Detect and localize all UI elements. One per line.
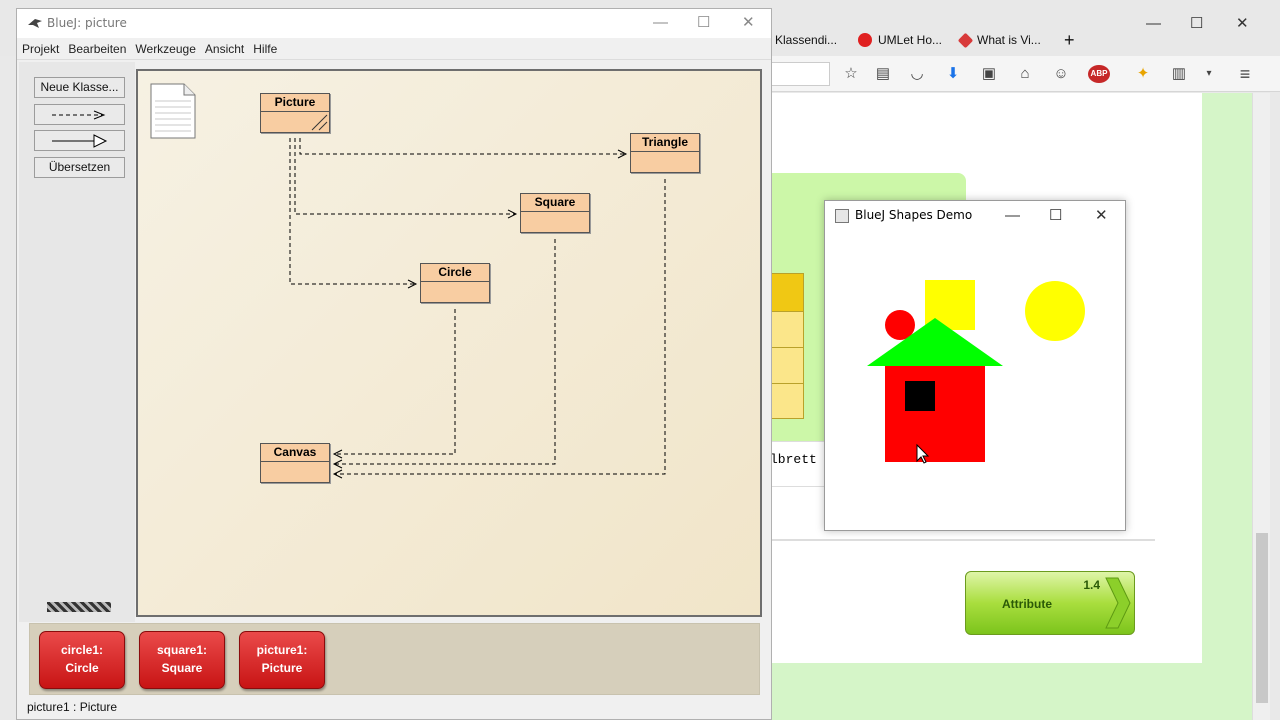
class-triangle[interactable]: Triangle: [630, 133, 700, 173]
machine-indicator: [47, 602, 111, 612]
object-circle1[interactable]: circle1: Circle: [39, 631, 125, 689]
class-diagram: Picture Triangle Square Circle Canvas: [136, 69, 762, 617]
compile-button[interactable]: Übersetzen: [34, 157, 125, 178]
object-name: square1:: [156, 643, 208, 657]
arrow-picture-circle: [289, 138, 416, 285]
bluej-minimize-icon[interactable]: —: [653, 15, 668, 30]
code-snippet: lbrett: [770, 441, 830, 487]
object-type: Picture: [261, 661, 303, 675]
uses-arrow-button[interactable]: [34, 104, 125, 125]
diamond-icon: [957, 32, 974, 48]
house-wall: [885, 366, 985, 462]
browser-minimize-icon[interactable]: —: [1146, 16, 1161, 31]
shapes-canvas: [867, 280, 1085, 464]
object-name: circle1:: [60, 643, 104, 657]
class-name: Triangle: [631, 134, 699, 152]
browser-tab-1[interactable]: Klassendi...: [775, 26, 837, 54]
menu-ansicht[interactable]: Ansicht: [205, 42, 244, 56]
menu-hilfe[interactable]: Hilfe: [253, 42, 277, 56]
browser-tab-3[interactable]: What is Vi...: [957, 26, 1041, 54]
chat-icon[interactable]: ☺: [1052, 65, 1070, 83]
attribute-next-button[interactable]: 1.4 Attribute: [965, 571, 1135, 635]
object-bench: circle1: Circle square1: Square picture1…: [29, 623, 760, 695]
reader-list-icon[interactable]: ▤: [874, 65, 892, 83]
bluej-title: BlueJ: picture: [47, 16, 127, 30]
inheritance-arrow-button[interactable]: [34, 130, 125, 151]
scroll-thumb[interactable]: [1256, 533, 1268, 703]
yellow-table: [770, 273, 804, 419]
tab-label: UMLet Ho...: [878, 33, 943, 47]
shapes-maximize-icon[interactable]: ☐: [1049, 208, 1062, 223]
class-picture[interactable]: Picture: [260, 93, 330, 133]
status-bar: picture1 : Picture: [27, 700, 118, 714]
main-class-marker-icon: [311, 114, 328, 131]
yellow-sun: [1025, 281, 1085, 341]
adblock-icon[interactable]: ABP: [1088, 65, 1110, 83]
extension-icon[interactable]: ✦: [1134, 65, 1152, 83]
bookmark-star-icon[interactable]: ☆: [842, 65, 860, 83]
attribute-label: Attribute: [1002, 597, 1052, 611]
section-number: 1.4: [1083, 578, 1100, 592]
new-class-button[interactable]: Neue Klasse...: [34, 77, 125, 98]
chevron-down-icon[interactable]: ▾: [1200, 65, 1218, 83]
sidebar-icon[interactable]: ▣: [980, 65, 998, 83]
tool-panel: Neue Klasse... Übersetzen: [19, 62, 135, 622]
class-circle[interactable]: Circle: [420, 263, 490, 303]
arrow-triangle-canvas: [334, 179, 666, 475]
inheritance-arrow-icon: [51, 134, 107, 148]
dashed-arrow-icon: [51, 110, 105, 120]
shapes-demo-window: BlueJ Shapes Demo — ☐ ✕: [824, 200, 1126, 531]
divider: [770, 539, 1155, 541]
menu-bearbeiten[interactable]: Bearbeiten: [68, 42, 126, 56]
tab-label: Klassendi...: [775, 33, 838, 47]
bluej-maximize-icon[interactable]: ☐: [697, 15, 710, 30]
bluej-titlebar: BlueJ: picture — ☐ ✕: [17, 9, 771, 38]
umlet-icon: [858, 33, 872, 47]
bluej-window: BlueJ: picture — ☐ ✕ Projekt Bearbeiten …: [16, 8, 772, 720]
shapes-window-title: BlueJ Shapes Demo: [855, 208, 973, 222]
download-icon[interactable]: ⬇: [944, 65, 962, 83]
class-name: Circle: [421, 264, 489, 282]
class-square[interactable]: Square: [520, 193, 590, 233]
arrow-picture-triangle: [299, 138, 626, 155]
object-type: Circle: [65, 661, 99, 675]
class-name: Canvas: [261, 444, 329, 462]
shapes-titlebar: BlueJ Shapes Demo — ☐ ✕: [825, 201, 1125, 231]
clipboard-icon[interactable]: ▥: [1170, 65, 1188, 83]
chevron-right-icon: [1105, 577, 1131, 629]
object-type: Square: [161, 661, 203, 675]
class-name: Picture: [261, 94, 329, 112]
browser-close-icon[interactable]: ✕: [1236, 16, 1249, 31]
tab-label: What is Vi...: [977, 33, 1041, 47]
house-window: [905, 381, 935, 411]
plus-icon: +: [1064, 29, 1075, 50]
object-name: picture1:: [256, 643, 308, 657]
new-tab-button[interactable]: +: [1064, 26, 1075, 54]
menu-icon[interactable]: ≡: [1236, 65, 1254, 83]
url-input[interactable]: [770, 62, 830, 86]
shapes-close-icon[interactable]: ✕: [1095, 208, 1108, 223]
shapes-minimize-icon[interactable]: —: [1005, 208, 1020, 223]
class-canvas[interactable]: Canvas: [260, 443, 330, 483]
browser-maximize-icon[interactable]: ☐: [1190, 16, 1203, 31]
pocket-icon[interactable]: ◡: [908, 65, 926, 83]
arrow-picture-square: [294, 138, 516, 215]
bluej-close-icon[interactable]: ✕: [742, 15, 755, 30]
browser-scrollbar[interactable]: [1252, 93, 1270, 720]
class-name: Square: [521, 194, 589, 212]
object-picture1[interactable]: picture1: Picture: [239, 631, 325, 689]
java-icon: [835, 209, 849, 223]
browser-toolbar: ☆ ▤ ◡ ⬇ ▣ ⌂ ☺ ABP ✦ ▥ ▾ ≡: [770, 56, 1280, 92]
browser-tab-2[interactable]: UMLet Ho...: [858, 26, 942, 54]
home-icon[interactable]: ⌂: [1016, 65, 1034, 83]
menu-projekt[interactable]: Projekt: [22, 42, 59, 56]
object-square1[interactable]: square1: Square: [139, 631, 225, 689]
bluej-bird-icon: [28, 19, 42, 28]
arrow-circle-canvas: [334, 309, 456, 455]
menu-werkzeuge[interactable]: Werkzeuge: [135, 42, 195, 56]
bluej-menubar: Projekt Bearbeiten Werkzeuge Ansicht Hil…: [17, 38, 771, 60]
